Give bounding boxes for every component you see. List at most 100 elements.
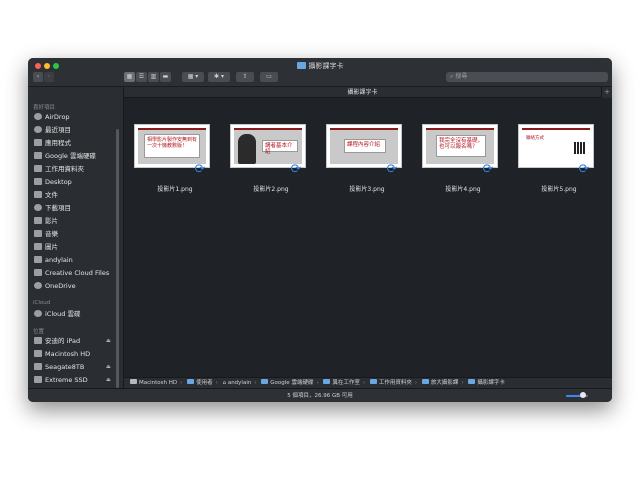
sidebar-item-airdrop[interactable]: AirDrop bbox=[34, 112, 70, 122]
list-view-button[interactable]: ☰ bbox=[136, 72, 147, 82]
slide-background: 講者基本介紹 bbox=[234, 128, 302, 164]
search-field[interactable]: ⌕ 搜尋 bbox=[446, 72, 608, 82]
sidebar-item-recents[interactable]: 最近項目 bbox=[34, 125, 71, 135]
icon-view-icon: ▦ bbox=[126, 73, 133, 80]
ipad-icon bbox=[34, 337, 42, 344]
sidebar-item-google-drive[interactable]: Google 雲端硬碟 bbox=[34, 151, 96, 161]
path-crumb[interactable]: 攝影課字卡 bbox=[468, 379, 505, 386]
sidebar-item-work-folder[interactable]: 工作用資料夾 bbox=[34, 164, 84, 174]
action-button[interactable]: ✱ ▾ bbox=[208, 72, 230, 82]
crumb-label: 工作用資料夾 bbox=[378, 380, 412, 386]
crumb-separator: › bbox=[414, 380, 418, 386]
tab-current-folder[interactable]: 攝影課字卡 bbox=[124, 87, 601, 98]
path-crumb[interactable]: ⌂ andylain bbox=[223, 380, 252, 386]
path-crumb[interactable]: Google 雲端硬碟 bbox=[261, 379, 314, 386]
icon-view-button[interactable]: ▦ bbox=[124, 72, 135, 82]
sidebar-item-seagate[interactable]: Seagate8TB bbox=[34, 362, 84, 372]
file-item[interactable]: 相學影片製作安無到有一次十機教數版！ ⟳ 投影片1.png bbox=[130, 124, 210, 214]
group-by-button[interactable]: ▦ ▾ bbox=[182, 72, 204, 82]
sidebar-item-documents[interactable]: 文件 bbox=[34, 190, 58, 200]
crumb-label: 使用者 bbox=[196, 380, 213, 386]
crumb-label: 異在工作室 bbox=[332, 380, 360, 386]
sidebar-item-macintosh-hd[interactable]: Macintosh HD bbox=[34, 349, 90, 359]
slide-text: 我完全沒有基礎，也可以報名嗎？ bbox=[436, 135, 486, 157]
file-item[interactable]: 講者基本介紹 ⟳ 投影片2.png bbox=[226, 124, 306, 214]
sidebar-item-applications[interactable]: 應用程式 bbox=[34, 138, 71, 148]
slide-background: 相學影片製作安無到有一次十機教數版！ bbox=[138, 128, 206, 164]
tag-icon: ▭ bbox=[266, 73, 272, 80]
crumb-separator: › bbox=[316, 380, 319, 386]
plus-icon: + bbox=[604, 88, 610, 96]
back-button[interactable]: ‹ bbox=[33, 72, 43, 82]
share-button[interactable]: ⇧ bbox=[236, 72, 254, 82]
path-crumb[interactable]: 異在工作室 bbox=[323, 379, 360, 386]
document-icon bbox=[34, 191, 42, 198]
drive-icon bbox=[34, 376, 42, 383]
file-item[interactable]: 課程內容介紹 ⟳ 投影片3.png bbox=[322, 124, 402, 214]
search-icon: ⌕ bbox=[450, 73, 454, 80]
sidebar-item-movies[interactable]: 影片 bbox=[34, 216, 58, 226]
status-bar: 5 個項目，26.96 GB 可用 bbox=[28, 388, 612, 402]
sidebar-item-ipad[interactable]: 安迪的 iPad bbox=[34, 336, 80, 346]
file-icon-view: 相學影片製作安無到有一次十機教數版！ ⟳ 投影片1.png 講者基本介紹 ⟳ 投… bbox=[124, 98, 612, 377]
camera-icon bbox=[34, 243, 42, 250]
path-crumb[interactable]: 工作用資料夾 bbox=[369, 379, 412, 386]
sidebar-item-label: 最近項目 bbox=[45, 126, 71, 134]
sidebar-header-locations: 位置 bbox=[33, 329, 45, 335]
sidebar-item-onedrive[interactable]: OneDrive bbox=[34, 281, 76, 291]
sidebar-item-label: OneDrive bbox=[45, 282, 76, 290]
folder-icon bbox=[34, 165, 42, 172]
sidebar-item-icloud-drive[interactable]: iCloud 雲碟 bbox=[34, 309, 80, 319]
column-view-button[interactable]: ▥ bbox=[148, 72, 159, 82]
new-tab-button[interactable]: + bbox=[601, 87, 612, 98]
path-crumb[interactable]: Macintosh HD bbox=[130, 379, 177, 386]
sidebar-item-desktop[interactable]: Desktop bbox=[34, 177, 72, 187]
sidebar-item-pictures[interactable]: 圖片 bbox=[34, 242, 58, 252]
eject-icon[interactable]: ⏏ bbox=[106, 364, 111, 370]
slider-knob[interactable] bbox=[579, 392, 586, 398]
window-title-text: 攝影課字卡 bbox=[308, 62, 344, 70]
sidebar-item-label: 安迪的 iPad bbox=[45, 337, 81, 345]
tag-button[interactable]: ▭ bbox=[260, 72, 278, 82]
sidebar-scrollbar[interactable] bbox=[116, 129, 119, 388]
folder-icon bbox=[323, 379, 331, 384]
search-placeholder: 搜尋 bbox=[455, 73, 468, 80]
slide-background: 聯絡方式 bbox=[522, 128, 590, 164]
path-crumb[interactable]: 使用者 bbox=[187, 379, 213, 386]
crumb-separator: › bbox=[215, 380, 218, 386]
group-by-icon: ▦ ▾ bbox=[187, 73, 199, 80]
crumb-separator: › bbox=[461, 380, 464, 386]
film-icon bbox=[34, 217, 42, 224]
file-name: 投影片5.png bbox=[541, 186, 577, 193]
sidebar-item-home[interactable]: andylain bbox=[34, 255, 73, 265]
sync-icon: ⟳ bbox=[482, 162, 494, 177]
crumb-label: Google 雲端硬碟 bbox=[270, 380, 314, 386]
applications-icon bbox=[34, 139, 42, 146]
drive-icon bbox=[130, 379, 137, 384]
file-item[interactable]: 我完全沒有基礎，也可以報名嗎？ ⟳ 投影片4.png bbox=[418, 124, 498, 214]
slide-text: 課程內容介紹 bbox=[344, 139, 386, 153]
sidebar-item-downloads[interactable]: 下載項目 bbox=[34, 203, 71, 213]
file-item[interactable]: 聯絡方式 ⟳ 投影片5.png bbox=[514, 124, 594, 214]
sidebar-item-label: Seagate8TB bbox=[45, 363, 85, 371]
sidebar-item-extreme-ssd[interactable]: Extreme SSD bbox=[34, 375, 88, 385]
sidebar-item-label: Macintosh HD bbox=[45, 350, 91, 358]
qr-code-icon bbox=[574, 142, 586, 154]
finder-window: 攝影課字卡 ‹ › ▦ ☰ ▥ ▬ ▦ ▾ ✱ ▾ ⇧ ▭ ⌕ 搜尋 攝影課字卡… bbox=[28, 58, 612, 402]
sync-icon: ⟳ bbox=[578, 162, 590, 177]
crumb-separator: › bbox=[180, 380, 183, 386]
slide-text: 相學影片製作安無到有一次十機教數版！ bbox=[144, 134, 200, 158]
sidebar-item-creative-cloud[interactable]: Creative Cloud Files bbox=[34, 268, 109, 278]
eject-icon[interactable]: ⏏ bbox=[106, 338, 111, 344]
sidebar-item-music[interactable]: 音樂 bbox=[34, 229, 58, 239]
forward-button[interactable]: › bbox=[44, 72, 54, 82]
sidebar-item-label: 影片 bbox=[45, 217, 58, 225]
folder-icon bbox=[369, 379, 377, 384]
chevron-left-icon: ‹ bbox=[36, 73, 40, 80]
path-crumb[interactable]: 旅大攝影課 bbox=[421, 379, 458, 386]
airdrop-icon bbox=[34, 113, 42, 120]
gallery-view-button[interactable]: ▬ bbox=[160, 72, 171, 82]
clock-icon bbox=[34, 126, 42, 133]
download-icon bbox=[34, 204, 42, 211]
eject-icon[interactable]: ⏏ bbox=[106, 377, 111, 383]
